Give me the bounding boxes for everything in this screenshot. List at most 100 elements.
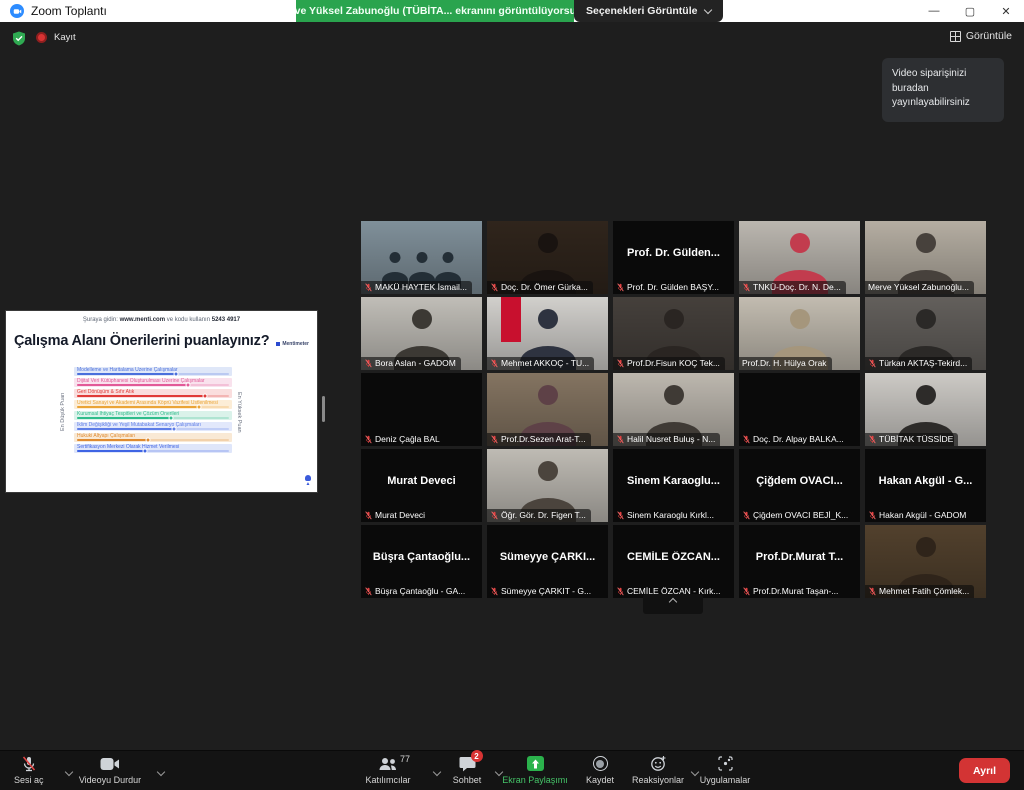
chart-row-track xyxy=(77,406,229,408)
participant-name-text: Merve Yüksel Zabunoğlu... xyxy=(868,282,969,292)
muted-mic-icon xyxy=(616,587,625,596)
participant-tile[interactable]: Prof.Dr. H. Hülya Orak xyxy=(739,297,860,370)
muted-mic-icon xyxy=(742,283,751,292)
apps-button[interactable]: Uygulamalar xyxy=(695,754,755,785)
participant-label: Sinem Karaoglu Kırkl... xyxy=(613,509,719,522)
participant-label: Murat Deveci xyxy=(361,509,430,522)
participant-label: Prof.Dr.Fisun KOÇ Tek... xyxy=(613,357,725,370)
gallery-grid-icon xyxy=(950,31,961,42)
participant-tile[interactable]: Bora Aslan - GADOM xyxy=(361,297,482,370)
mentimeter-logo: Mentimeter xyxy=(276,341,309,347)
participant-tile[interactable]: Deniz Çağla BAL xyxy=(361,373,482,446)
muted-mic-icon xyxy=(364,359,373,368)
participants-button[interactable]: 77 Katılımcılar xyxy=(355,754,421,785)
participant-tile[interactable]: TNKÜ-Doç. Dr. N. De... xyxy=(739,221,860,294)
participant-tile[interactable]: Prof.Dr.Murat T... Prof.Dr.Murat Taşan-.… xyxy=(739,525,860,598)
zoom-app-icon xyxy=(10,4,24,18)
participant-tile[interactable]: Sümeyye ÇARKI... Sümeyye ÇARKIT - G... xyxy=(487,525,608,598)
reactions-label: Reaksiyonlar xyxy=(632,775,684,785)
participant-tile[interactable]: Sinem Karaoglu... Sinem Karaoglu Kırkl..… xyxy=(613,449,734,522)
chart-row-track xyxy=(77,373,229,375)
participant-center-name: Murat Deveci xyxy=(361,475,482,487)
muted-mic-icon xyxy=(616,511,625,520)
muted-mic-icon xyxy=(364,435,373,444)
participant-tile[interactable]: Doç. Dr. Ömer Gürka... xyxy=(487,221,608,294)
participant-name-text: Deniz Çağla BAL xyxy=(375,434,440,444)
camera-icon xyxy=(100,754,120,773)
record-button[interactable]: Kaydet xyxy=(580,754,620,785)
participant-label: Öğr. Gör. Dr. Figen T... xyxy=(487,509,591,522)
participant-grid: MAKÜ HAYTEK İsmail... Doç. Dr. Ömer Gürk… xyxy=(361,221,986,598)
participant-tile[interactable]: Türkan AKTAŞ-Tekird... xyxy=(865,297,986,370)
participant-tile[interactable]: Halil Nusret Buluş - N... xyxy=(613,373,734,446)
participant-label: Deniz Çağla BAL xyxy=(361,433,445,446)
chat-button[interactable]: 2 Sohbet xyxy=(445,754,489,785)
participant-name-text: Doç. Dr. Ömer Gürka... xyxy=(501,282,588,292)
unmute-button[interactable]: Sesi aç xyxy=(14,754,44,785)
participant-tile[interactable]: Prof.Dr.Sezen Arat-T... xyxy=(487,373,608,446)
muted-mic-icon xyxy=(616,359,625,368)
axis-label-min: En Düşük Puan xyxy=(60,367,66,457)
participant-label: Doç. Dr. Ömer Gürka... xyxy=(487,281,593,294)
participant-tile[interactable]: Hakan Akgül - G... Hakan Akgül - GADOM xyxy=(865,449,986,522)
close-button[interactable]: ✕ xyxy=(988,0,1024,22)
chart-row: Hukuki Altyapı Çalışmaları xyxy=(74,433,232,442)
participant-tile[interactable]: Büşra Çantaoğlu... Büşra Çantaoğlu - GA.… xyxy=(361,525,482,598)
participant-tile[interactable]: Öğr. Gör. Dr. Figen T... xyxy=(487,449,608,522)
participant-tile[interactable]: Doç. Dr. Alpay BALKA... xyxy=(739,373,860,446)
view-button[interactable]: Görüntüle xyxy=(950,30,1012,42)
record-icon xyxy=(593,756,608,771)
participant-name-text: Çiğdem OVACI BEJİ_K... xyxy=(753,510,848,520)
participant-tile[interactable]: CEMİLE ÖZCAN... CEMİLE ÖZCAN - Kırk... xyxy=(613,525,734,598)
participant-tile[interactable]: Mehmet AKKOÇ - TU... xyxy=(487,297,608,370)
participant-tile[interactable]: Merve Yüksel Zabunoğlu... xyxy=(865,221,986,294)
participant-name-text: Murat Deveci xyxy=(375,510,425,520)
recording-label: Kayıt xyxy=(54,32,76,43)
participants-options-chevron[interactable] xyxy=(434,763,440,778)
participant-name-text: Prof. Dr. Gülden BAŞY... xyxy=(627,282,719,292)
menti-instruction: Şuraya gidin: www.menti.com ve kodu kull… xyxy=(6,317,317,323)
chart-row-dot xyxy=(143,449,148,454)
stop-video-button[interactable]: Videoyu Durdur xyxy=(70,754,150,785)
maximize-button[interactable]: ▢ xyxy=(952,0,988,22)
apps-label: Uygulamalar xyxy=(700,775,751,785)
participant-name-text: Sinem Karaoglu Kırkl... xyxy=(627,510,714,520)
chart-row-dot xyxy=(202,394,207,399)
leave-button[interactable]: Ayrıl xyxy=(959,758,1010,783)
show-more-participants-button[interactable] xyxy=(643,594,703,614)
muted-mic-icon xyxy=(490,359,499,368)
muted-mic-icon xyxy=(490,511,499,520)
participant-tile[interactable]: Prof. Dr. Gülden... Prof. Dr. Gülden BAŞ… xyxy=(613,221,734,294)
participant-tile[interactable]: Prof.Dr.Fisun KOÇ Tek... xyxy=(613,297,734,370)
shared-screen-slide: Şuraya gidin: www.menti.com ve kodu kull… xyxy=(5,310,318,493)
participant-label: Prof.Dr. H. Hülya Orak xyxy=(739,357,832,370)
video-options-chevron[interactable] xyxy=(158,763,164,778)
share-screen-button[interactable]: Ekran Paylaşımı xyxy=(495,754,575,785)
participant-tile[interactable]: TÜBİTAK TÜSSİDE xyxy=(865,373,986,446)
muted-mic-icon xyxy=(364,511,373,520)
view-options-label: Seçenekleri Görüntüle xyxy=(586,5,697,17)
recording-indicator[interactable]: Kayıt xyxy=(36,32,76,43)
muted-mic-icon xyxy=(364,587,373,596)
participant-label: Büşra Çantaoğlu - GA... xyxy=(361,585,470,598)
participant-tile[interactable]: Mehmet Fatih Çömlek... xyxy=(865,525,986,598)
participant-name-text: TNKÜ-Doç. Dr. N. De... xyxy=(753,282,841,292)
encryption-shield-icon[interactable] xyxy=(12,31,26,46)
muted-mic-icon xyxy=(868,587,877,596)
minimize-button[interactable]: — xyxy=(916,0,952,22)
unmute-label: Sesi aç xyxy=(14,775,44,785)
chart-row-track xyxy=(77,439,229,441)
chevron-down-icon xyxy=(704,5,712,13)
participant-name-text: Mehmet Fatih Çömlek... xyxy=(879,586,969,596)
muted-mic-icon xyxy=(490,435,499,444)
reactions-button[interactable]: Reaksiyonlar xyxy=(626,754,690,785)
participant-center-name: Hakan Akgül - G... xyxy=(865,475,986,487)
participant-label: Mehmet Fatih Çömlek... xyxy=(865,585,974,598)
participant-name-text: Mehmet AKKOÇ - TU... xyxy=(501,358,589,368)
view-options-button[interactable]: Seçenekleri Görüntüle xyxy=(574,0,723,22)
participant-tile[interactable]: MAKÜ HAYTEK İsmail... xyxy=(361,221,482,294)
participant-tile[interactable]: Çiğdem OVACI... Çiğdem OVACI BEJİ_K... xyxy=(739,449,860,522)
scrollbar-thumb[interactable] xyxy=(322,396,325,422)
participant-tile[interactable]: Murat Deveci Murat Deveci xyxy=(361,449,482,522)
participant-center-name: Çiğdem OVACI... xyxy=(739,475,860,487)
